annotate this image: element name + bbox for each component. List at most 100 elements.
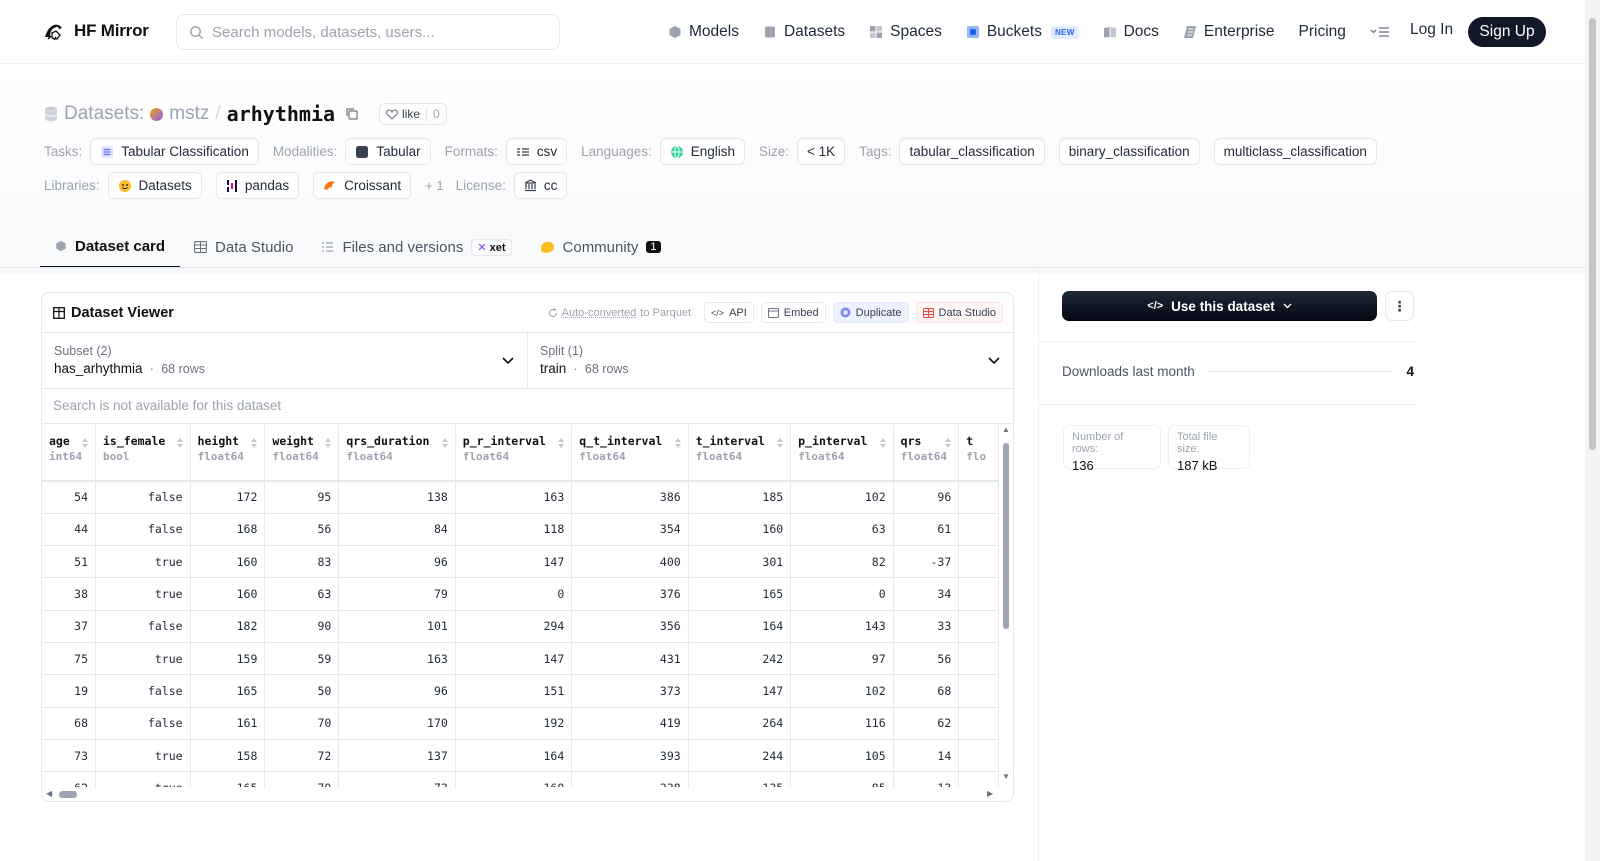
like-button[interactable]: like 0 [379,103,447,125]
subset-select[interactable]: Subset (2) has_arhythmia · 68 rows [42,333,527,388]
table-cell[interactable]: 96 [893,481,960,514]
table-cell[interactable]: 147 [688,674,792,708]
scroll-left-icon[interactable]: ◀ [46,789,52,798]
table-cell[interactable]: 90 [264,610,340,643]
sort-icon[interactable] [879,437,887,449]
table-cell[interactable]: 97 [790,642,894,676]
auto-converted-link[interactable]: Auto-converted [562,307,637,319]
sort-icon[interactable] [324,437,332,449]
table-cell[interactable]: 373 [571,674,689,708]
table-cell[interactable]: 170 [338,707,456,740]
table-cell[interactable] [958,481,999,514]
vertical-scroll-thumb[interactable] [1003,443,1009,629]
table-cell[interactable]: 163 [338,642,456,676]
table-cell[interactable]: 79 [338,577,456,611]
table-row[interactable]: 75 true 159 59 163 147 431 242 97 56 [42,642,999,676]
table-cell[interactable]: 62 [42,771,96,787]
table-row[interactable]: 38 true 160 63 79 0 376 165 0 34 [42,577,999,611]
column-header-qrs[interactable]: qrs float64 [893,425,960,482]
table-cell[interactable]: 68 [42,707,96,740]
table-cell[interactable]: 419 [571,707,689,740]
search-box[interactable] [176,14,560,50]
nav-docs[interactable]: Docs [1103,23,1159,41]
signup-button[interactable]: Sign Up [1468,17,1546,47]
table-cell[interactable]: 160 [688,513,792,547]
table-cell[interactable] [958,513,999,547]
table-cell[interactable]: 264 [688,707,792,740]
nav-pricing[interactable]: Pricing [1299,23,1346,41]
sort-icon[interactable] [176,437,184,449]
table-cell[interactable]: 51 [42,545,96,579]
table-cell[interactable]: 70 [264,707,340,740]
table-cell[interactable] [958,545,999,579]
tag-english[interactable]: English [659,138,746,165]
table-cell[interactable] [958,610,999,643]
tag-pandas[interactable]: pandas [215,172,300,199]
table-cell[interactable]: 50 [264,674,340,708]
api-button[interactable]: </> API [704,302,754,323]
table-row[interactable]: 51 true 160 83 96 147 400 301 82 -37 [42,545,999,579]
column-header-is-female[interactable]: is_female bool [95,425,191,482]
table-cell[interactable]: 393 [571,739,689,773]
table-cell[interactable]: 135 [688,771,792,787]
table-cell[interactable]: 0 [790,577,894,611]
table-cell[interactable]: 84 [338,513,456,547]
table-cell[interactable]: 63 [790,513,894,547]
table-cell[interactable]: 73 [338,771,456,787]
duplicate-button[interactable]: Duplicate [832,302,909,323]
table-cell[interactable]: 118 [455,513,573,547]
tag-croissant[interactable]: Croissant [313,172,412,199]
table-cell[interactable]: 354 [571,513,689,547]
scroll-up-icon[interactable]: ▲ [1002,425,1010,434]
table-cell[interactable]: 386 [571,481,689,514]
table-cell[interactable]: true [95,739,191,773]
table-cell[interactable]: 338 [571,771,689,787]
data-studio-button[interactable]: Data Studio [915,302,1003,323]
table-vertical-scrollbar[interactable]: ▲ ▼ [1000,425,1013,781]
column-header-weight[interactable]: weight float64 [264,425,340,482]
split-select[interactable]: Split (1) train · 68 rows [527,333,1013,388]
page-scroll-thumb[interactable] [1589,18,1596,450]
tab-data-studio[interactable]: Data Studio [180,226,307,268]
table-cell[interactable]: 73 [42,739,96,773]
column-header-qrs-duration[interactable]: qrs_duration float64 [338,425,456,482]
table-cell[interactable]: true [95,642,191,676]
table-cell[interactable]: 172 [190,481,266,514]
more-libraries[interactable]: + 1 [425,178,443,193]
sort-icon[interactable] [557,437,565,449]
nav-models[interactable]: Models [668,23,739,41]
page-scrollbar[interactable] [1585,0,1600,861]
table-cell[interactable]: 82 [790,545,894,579]
tag-multiclass-classification[interactable]: multiclass_classification [1213,138,1377,165]
table-cell[interactable]: 185 [688,481,792,514]
column-header-t-interval[interactable]: t_interval float64 [688,425,792,482]
table-cell[interactable]: true [95,771,191,787]
table-cell[interactable]: false [95,707,191,740]
more-options-icon[interactable]: ⋮ [1385,291,1414,321]
table-horizontal-scrollbar[interactable]: ◀ ▶ [42,787,999,801]
use-this-dataset-button[interactable]: </> Use this dataset [1062,291,1377,321]
table-cell[interactable] [958,642,999,676]
table-row[interactable]: 73 true 158 72 137 164 393 244 105 14 [42,739,999,773]
table-cell[interactable]: 151 [455,674,573,708]
column-header-q-t-interval[interactable]: q_t_interval float64 [571,425,689,482]
table-cell[interactable]: false [95,610,191,643]
nav-spaces[interactable]: Spaces [869,23,942,41]
embed-button[interactable]: Embed [760,302,826,323]
table-cell[interactable]: 96 [338,674,456,708]
table-cell[interactable]: 376 [571,577,689,611]
table-cell[interactable]: 242 [688,642,792,676]
tag-tabular-classification[interactable]: Tabular Classification [90,138,259,165]
table-cell[interactable]: 37 [42,610,96,643]
table-cell[interactable]: 13 [893,771,960,787]
table-cell[interactable]: 160 [190,577,266,611]
column-header-t[interactable]: t flo [958,425,999,482]
tag-tabular[interactable]: Tabular [345,138,431,165]
table-cell[interactable]: 165 [190,771,266,787]
table-row[interactable]: 62true16570731603381358513 [42,771,999,787]
login-link[interactable]: Log In [1410,21,1453,39]
scroll-right-icon[interactable]: ▶ [987,789,993,798]
table-cell[interactable]: 44 [42,513,96,547]
table-cell[interactable]: false [95,674,191,708]
table-cell[interactable]: 301 [688,545,792,579]
